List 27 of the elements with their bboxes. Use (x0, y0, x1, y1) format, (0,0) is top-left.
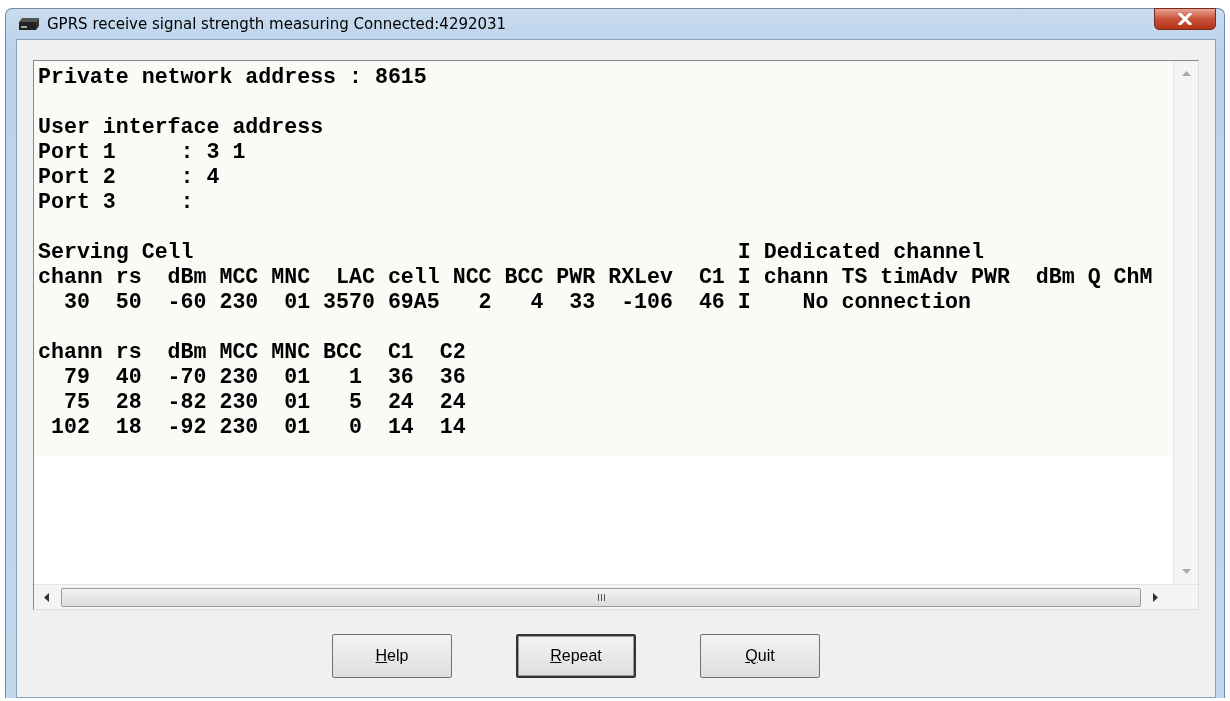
output-line: User interface address (38, 115, 325, 140)
dialog-button[interactable]: Help (332, 634, 452, 678)
output-line: Serving Cell I Dedicated channel (38, 240, 985, 265)
close-icon (1177, 13, 1193, 25)
grip-icon (596, 593, 606, 601)
output-line: Port 3 : (38, 190, 195, 215)
vertical-scrollbar[interactable] (1173, 61, 1198, 584)
scroll-down-icon[interactable] (1181, 569, 1191, 574)
output-line: chann rs dBm MCC MNC BCC C1 C2 (38, 340, 467, 365)
scroll-up-icon[interactable] (1181, 71, 1191, 76)
output-line: 79 40 -70 230 01 1 36 36 (62, 365, 467, 390)
dialog-button[interactable]: Quit (700, 634, 820, 678)
dialog-button[interactable]: Repeat (516, 634, 636, 678)
close-button[interactable] (1154, 8, 1216, 30)
device-icon (18, 17, 40, 31)
output-line: 75 28 -82 230 01 5 24 24 (62, 390, 467, 415)
output-line: 102 18 -92 230 01 0 14 14 (49, 415, 467, 440)
output-line: 30 50 -60 230 01 3570 69A5 2 4 33 -106 46 I No connection (62, 290, 972, 315)
scroll-right-icon[interactable] (1153, 592, 1158, 602)
scrollbar-thumb[interactable] (61, 587, 1141, 607)
scroll-left-icon[interactable] (44, 592, 49, 602)
output-line: Private network address : 8615 (38, 65, 428, 90)
output-line: chann rs dBm MCC MNC LAC cell NCC BCC PWR RXLev C1 I chann TS timAdv PWR dBm Q ChM (38, 265, 1154, 290)
window-title: GPRS receive signal strength measuring Connected:4292031 (47, 15, 507, 33)
output-line: Port 2 : 4 (38, 165, 221, 190)
horizontal-scrollbar[interactable] (34, 584, 1198, 609)
output-line: Port 1 : 3 1 (38, 140, 247, 165)
